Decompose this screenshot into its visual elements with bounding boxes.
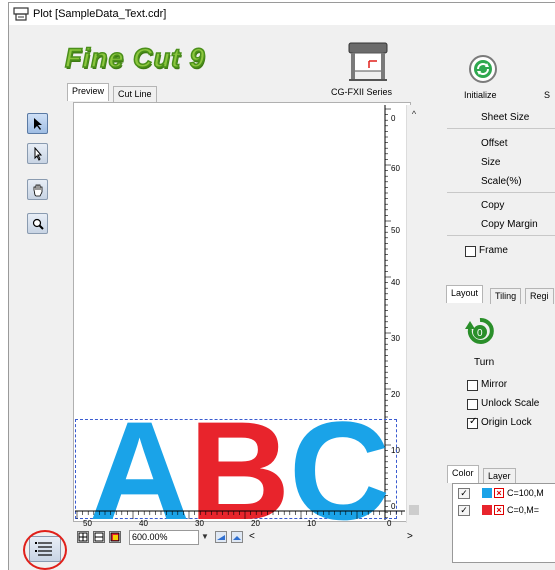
hand-tool-button[interactable] <box>27 179 48 200</box>
tab-color[interactable]: Color <box>447 465 479 483</box>
hruler-label-zero: 0 <box>387 519 392 528</box>
color-name: C=0,M= <box>507 505 540 515</box>
highlight-circle <box>23 530 67 570</box>
hand-pan-icon <box>33 184 43 197</box>
initialize-button[interactable] <box>469 55 497 83</box>
chevron-down-icon[interactable]: ▼ <box>201 532 211 541</box>
scroll-thumb[interactable] <box>409 505 419 515</box>
select-tool-button[interactable] <box>27 113 48 134</box>
vruler-label-60: 60 <box>391 164 400 173</box>
frame-checkbox[interactable] <box>465 246 476 257</box>
mirror-checkbox[interactable] <box>467 380 478 391</box>
zoom-tool-button[interactable] <box>27 213 48 234</box>
initialize-label: Initialize <box>464 90 497 100</box>
fit-page-icon[interactable] <box>77 531 89 543</box>
fit-width-icon[interactable] <box>93 531 105 543</box>
vruler-label-40: 40 <box>391 278 400 287</box>
color-swatch <box>482 488 492 498</box>
size-label[interactable]: Size <box>481 157 500 168</box>
zoom-in-icon[interactable] <box>215 531 227 543</box>
vruler-label-20: 20 <box>391 390 400 399</box>
vruler-label-30: 30 <box>391 334 400 343</box>
unlock-scale-checkbox[interactable] <box>467 399 478 410</box>
scale-label[interactable]: Scale(%) <box>481 176 522 187</box>
plotter-icon <box>347 37 389 83</box>
refresh-icon <box>474 60 492 78</box>
horizontal-ruler: 50 40 30 20 10 0 <box>75 510 405 528</box>
cut-off-icon[interactable]: × <box>494 488 504 498</box>
color-list-row[interactable]: ✓ × C=100,M <box>455 486 555 501</box>
hruler-label-10: 10 <box>307 519 316 528</box>
color-list-row[interactable]: ✓ × C=0,M= <box>455 503 555 518</box>
turn-value: 0 <box>477 328 483 339</box>
hruler-label-50: 50 <box>83 519 92 528</box>
scroll-right-arrow-icon[interactable]: > <box>407 531 413 542</box>
tab-tiling[interactable]: Tiling <box>490 288 522 304</box>
origin-lock-checkbox[interactable] <box>467 416 478 429</box>
letter-a: A <box>89 407 190 523</box>
turn-label: Turn <box>474 357 495 368</box>
settings-panel: Sheet Size Offset Size Scale(%) Copy Cop… <box>447 106 555 266</box>
plotter-app-icon <box>13 7 29 21</box>
divider <box>447 192 555 193</box>
divider <box>447 235 555 236</box>
sheet-size-button[interactable]: Sheet Size <box>481 112 529 123</box>
hruler-label-20: 20 <box>251 519 260 528</box>
letter-c: C <box>289 407 390 523</box>
tab-cut-line[interactable]: Cut Line <box>113 86 157 102</box>
color-visible-checkbox[interactable]: ✓ <box>458 488 470 499</box>
divider <box>447 128 555 129</box>
origin-lock-label: Origin Lock <box>481 417 532 428</box>
plot-window: Plot [SampleData_Text.cdr] Fine Cut 9 CG… <box>8 2 555 570</box>
finecut-logo: Fine Cut 9 <box>64 42 206 74</box>
color-swatch <box>482 505 492 515</box>
zoom-level-field[interactable]: 600.00% <box>129 530 199 545</box>
vertical-scrollbar[interactable]: ^ <box>406 105 420 523</box>
fit-object-icon[interactable] <box>109 531 121 543</box>
node-tool-button[interactable] <box>27 143 48 164</box>
copy-label[interactable]: Copy <box>481 200 504 211</box>
zoom-bar: 600.00% ▼ < > <box>75 529 419 547</box>
tab-layer[interactable]: Layer <box>483 468 516 484</box>
window-title: Plot [SampleData_Text.cdr] <box>33 8 167 20</box>
mirror-label: Mirror <box>481 379 508 390</box>
tab-regi[interactable]: Regi <box>525 288 554 304</box>
artwork-abc[interactable]: A B C <box>89 407 399 523</box>
hruler-label-30: 30 <box>195 519 204 528</box>
vruler-label-50: 50 <box>391 226 400 235</box>
cut-off-icon[interactable]: × <box>494 505 504 515</box>
scroll-left-arrow-icon[interactable]: < <box>249 531 255 542</box>
color-list: ✓ × C=100,M ✓ × C=0,M= <box>452 483 555 563</box>
scroll-up-arrow-icon[interactable]: ^ <box>407 109 421 119</box>
zoom-magnifier-icon <box>32 218 44 230</box>
offset-label[interactable]: Offset <box>481 138 508 149</box>
copy-margin-label[interactable]: Copy Margin <box>481 219 538 230</box>
hruler-label-40: 40 <box>139 519 148 528</box>
frame-label: Frame <box>479 245 508 256</box>
letter-b: B <box>189 407 290 523</box>
color-name: C=100,M <box>507 488 544 498</box>
rotate-icon[interactable]: 0 <box>465 316 495 346</box>
unlock-scale-label: Unlock Scale <box>481 398 540 409</box>
color-visible-checkbox[interactable]: ✓ <box>458 505 470 516</box>
select-arrow-icon <box>34 118 42 130</box>
title-bar: Plot [SampleData_Text.cdr] <box>9 3 555 25</box>
tab-preview[interactable]: Preview <box>67 83 110 101</box>
clipped-button-label: S <box>544 90 551 100</box>
zoom-out-icon[interactable] <box>231 531 243 543</box>
node-arrow-icon <box>34 147 43 161</box>
tab-layout[interactable]: Layout <box>446 285 484 303</box>
plotter-model-label: CG-FXII Series <box>331 87 393 97</box>
vruler-label-0: 0 <box>391 114 396 123</box>
